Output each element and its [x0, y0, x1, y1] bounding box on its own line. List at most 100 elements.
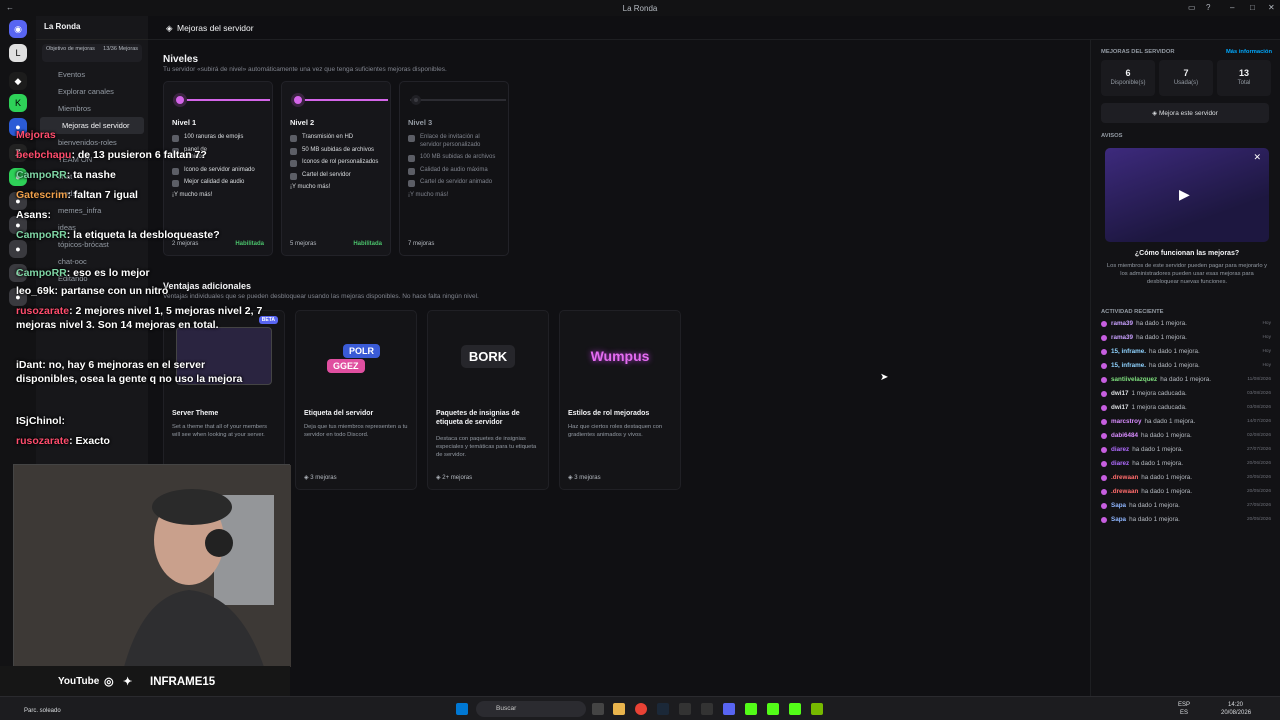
boost-server-button[interactable]: ◈ Mejora este servidor: [1101, 103, 1269, 123]
level-name: Nivel 3: [408, 118, 433, 127]
perk-card-badges[interactable]: BORK Paquetes de insignias de etiqueta d…: [427, 310, 549, 490]
server-icon[interactable]: K: [9, 94, 27, 112]
activity-user[interactable]: 15, inframe.: [1111, 362, 1146, 369]
chat-username: CampoRR: [16, 229, 67, 241]
activity-user[interactable]: Sapa: [1111, 516, 1126, 523]
role-art: Wumpus: [560, 311, 680, 401]
activity-user[interactable]: dwi17: [1111, 390, 1129, 397]
boost-icon: [1101, 460, 1107, 467]
activity-date: 27/05/2026: [1246, 503, 1271, 508]
boost-goal[interactable]: Objetivo de mejoras 13/36 Mejoras: [42, 44, 142, 62]
kick-icon[interactable]: [745, 703, 757, 715]
stream-chat-overlay: Mejoras beebchapu: de 13 pusieron 6 falta…: [16, 128, 266, 468]
kick-icon[interactable]: [789, 703, 801, 715]
activity-text: ha dado 1 mejora.: [1132, 446, 1183, 453]
app-icon[interactable]: [679, 703, 691, 715]
activity-text: ha dado 1 mejora.: [1141, 488, 1193, 495]
chat-text: : faltan 7 igual: [67, 189, 138, 201]
level-status: Habilitada: [353, 241, 382, 247]
activity-date: Hoy: [1262, 335, 1271, 340]
boost-icon: [1101, 362, 1107, 369]
boost-icon: [1101, 432, 1107, 439]
activity-row: rama39 ha dado 1 mejora. Hoy: [1101, 320, 1271, 327]
play-icon[interactable]: ▶: [1179, 186, 1190, 203]
activity-user[interactable]: .drewaan: [1111, 474, 1138, 481]
perk-item: Cartel del servidor: [290, 172, 384, 179]
help-icon[interactable]: ?: [1206, 3, 1210, 12]
server-name[interactable]: La Ronda: [36, 16, 148, 40]
perk-item: Iconos de rol personalizados: [290, 159, 384, 167]
boost-icon: [1101, 446, 1107, 453]
activity-user[interactable]: 15, inframe.: [1111, 348, 1146, 355]
inbox-icon[interactable]: ▭: [1188, 3, 1196, 12]
goal-label: Objetivo de mejoras: [46, 46, 95, 52]
stat-total: 13 Total: [1217, 60, 1271, 96]
sidebar-item-events[interactable]: Eventos: [36, 66, 148, 83]
activity-user[interactable]: diarez: [1111, 446, 1129, 453]
activity-user[interactable]: Sapa: [1111, 502, 1126, 509]
activity-row: dwi17 1 mejora caducada. 03/08/2026: [1101, 404, 1271, 411]
maximize-button[interactable]: □: [1250, 3, 1255, 12]
activity-text: ha dado 1 mejora.: [1132, 460, 1183, 467]
activity-user[interactable]: rama39: [1111, 320, 1133, 327]
level-card-3: Nivel 3 Enlace de invitación al servidor…: [399, 81, 509, 256]
activity-date: 03/08/2026: [1246, 405, 1271, 410]
more-info-link[interactable]: Más información: [1226, 49, 1272, 55]
minimize-button[interactable]: –: [1230, 3, 1234, 12]
activity-user[interactable]: marcstroy: [1111, 418, 1141, 425]
tag-ggez: GGEZ: [327, 359, 365, 373]
chat-message: beebchapu: de 13 pusieron 6 faltan 7?: [16, 148, 266, 162]
server-icon[interactable]: L: [9, 44, 27, 62]
perk-card-tag[interactable]: POLR GGEZ Etiqueta del servidor Deja que…: [295, 310, 417, 490]
steam-icon[interactable]: [657, 703, 669, 715]
chat-username: CampoRR: [16, 267, 67, 279]
nvidia-icon[interactable]: [811, 703, 823, 715]
activity-row: Sapa ha dado 1 mejora. 20/05/2026: [1101, 516, 1271, 523]
explorer-icon[interactable]: [613, 703, 625, 715]
close-button[interactable]: ✕: [1268, 3, 1275, 12]
chat-message: Asans:: [16, 208, 266, 222]
activity-user[interactable]: diarez: [1111, 460, 1129, 467]
boost-icon: [1101, 376, 1107, 383]
ads-title: AVISOS: [1101, 133, 1123, 139]
activity-user[interactable]: dwi17: [1111, 404, 1129, 411]
perk-desc: Deja que tus miembros representen a tu s…: [304, 424, 408, 438]
start-icon[interactable]: [456, 703, 468, 715]
sidebar-item-browse[interactable]: Explorar canales: [36, 83, 148, 100]
dm-icon[interactable]: ◉: [9, 20, 27, 38]
sidebar-item-members[interactable]: Miembros: [36, 100, 148, 117]
activity-text: ha dado 1 mejora.: [1140, 432, 1192, 439]
clock-time[interactable]: 14:20: [1228, 702, 1243, 708]
activity-user[interactable]: dabi6484: [1111, 432, 1138, 439]
boost-video[interactable]: ▶ ✕: [1105, 148, 1269, 242]
top-bar: ◈ Mejoras del servidor: [148, 16, 1280, 40]
capcut-icon[interactable]: [701, 703, 713, 715]
clock-date: 20/08/2026: [1221, 710, 1252, 716]
taskbar-search[interactable]: Buscar: [476, 701, 586, 717]
activity-user[interactable]: rama39: [1111, 334, 1133, 341]
activity-user[interactable]: santiivelazquez: [1111, 376, 1157, 383]
activity-row: diarez ha dado 1 mejora. 27/07/2026: [1101, 446, 1271, 453]
activity-row: .drewaan ha dado 1 mejora. 20/05/2026: [1101, 488, 1271, 495]
kick-icon[interactable]: [767, 703, 779, 715]
chat-text: : ta nashe: [66, 169, 116, 181]
discord-icon[interactable]: [723, 703, 735, 715]
activity-title: ACTIVIDAD RECIENTE: [1101, 309, 1164, 315]
activity-text: ha dado 1 mejora.: [1141, 474, 1193, 481]
lang-label[interactable]: ESP: [1178, 702, 1190, 708]
server-icon[interactable]: ◆: [9, 72, 27, 90]
perk-item: 50 MB subidas de archivos: [290, 147, 384, 154]
close-icon[interactable]: ✕: [1253, 152, 1261, 163]
boost-icon: [1101, 404, 1107, 411]
ad-title: ¿Cómo funcionan las mejoras?: [1134, 250, 1240, 257]
taskview-icon[interactable]: [592, 703, 604, 715]
activity-user[interactable]: .drewaan: [1111, 488, 1138, 495]
activity-date: 20/05/2026: [1246, 517, 1271, 522]
chrome-icon[interactable]: [635, 703, 647, 715]
chat-message: Gatescrim: faltan 7 igual: [16, 188, 266, 202]
activity-date: Hoy: [1262, 363, 1271, 368]
activity-date: Hoy: [1262, 349, 1271, 354]
activity-date: 20/05/2026: [1246, 475, 1271, 480]
chat-username: ISjChinol: [16, 415, 62, 427]
perk-card-role-styles[interactable]: Wumpus Estilos de rol mejorados Haz que …: [559, 310, 681, 490]
